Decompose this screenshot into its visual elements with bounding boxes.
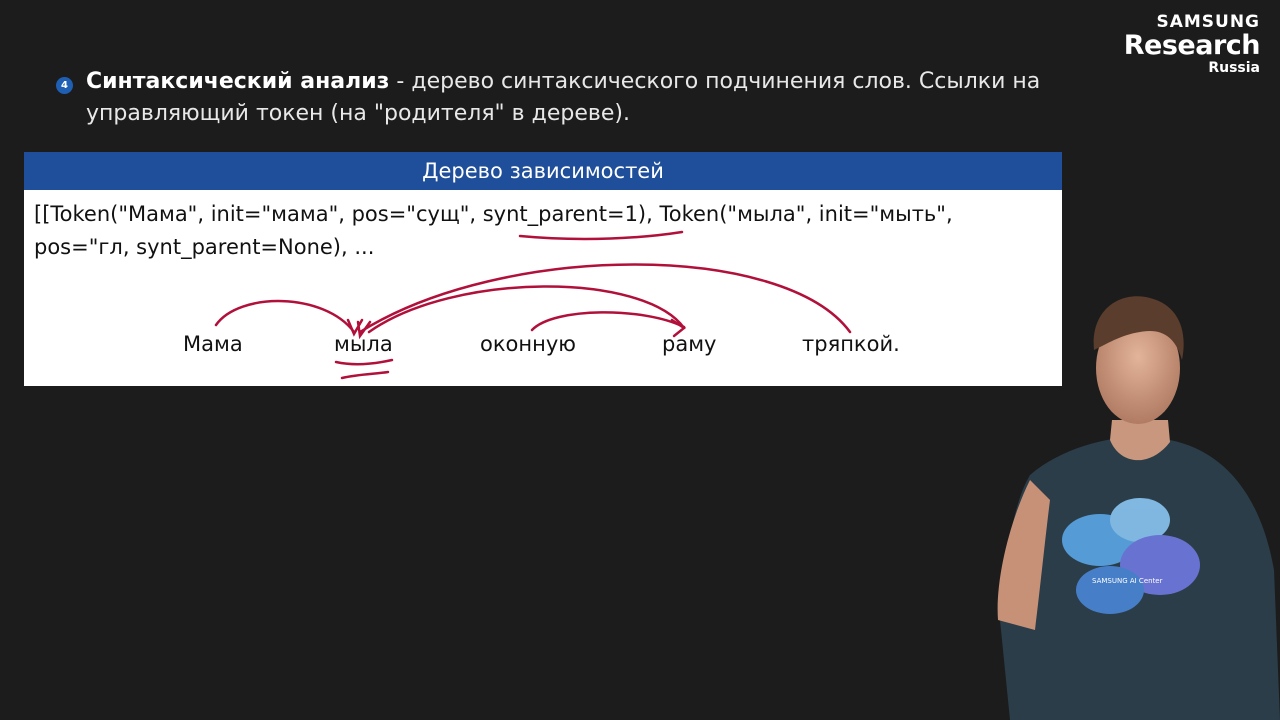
- arc-tryapkoy-to-myla: [358, 263, 852, 334]
- shirt-print-text: SAMSUNG AI Center: [1092, 577, 1163, 585]
- bullet-item: 4 Синтаксический анализ - дерево синтакс…: [56, 66, 1056, 130]
- logo-line-samsung: SAMSUNG: [1156, 12, 1260, 32]
- presenter-image: SAMSUNG AI Center: [997, 296, 1280, 720]
- underline-myla-1: [334, 358, 394, 366]
- logo-line-russia: Russia: [1208, 60, 1260, 76]
- bullet-title: Синтаксический анализ: [86, 69, 390, 94]
- underline-synt-parent: [518, 230, 684, 241]
- arc-mama-to-myla: [214, 299, 356, 334]
- handwritten-annotations: [214, 230, 852, 380]
- arrowhead-myla: [346, 318, 372, 340]
- arc-ramu-to-myla: [367, 285, 686, 334]
- dependency-tree-block: Дерево зависимостей [[Token("Мама", init…: [24, 152, 1062, 386]
- samsung-research-logo: SAMSUNG Research Russia: [1123, 12, 1261, 76]
- bullet-number-badge: 4: [56, 77, 73, 94]
- bullet-text: Синтаксический анализ - дерево синтаксич…: [86, 66, 1056, 130]
- underline-myla-2: [340, 370, 390, 380]
- arc-okonnuyu-to-ramu: [530, 311, 686, 332]
- logo-line-research: Research: [1123, 30, 1261, 61]
